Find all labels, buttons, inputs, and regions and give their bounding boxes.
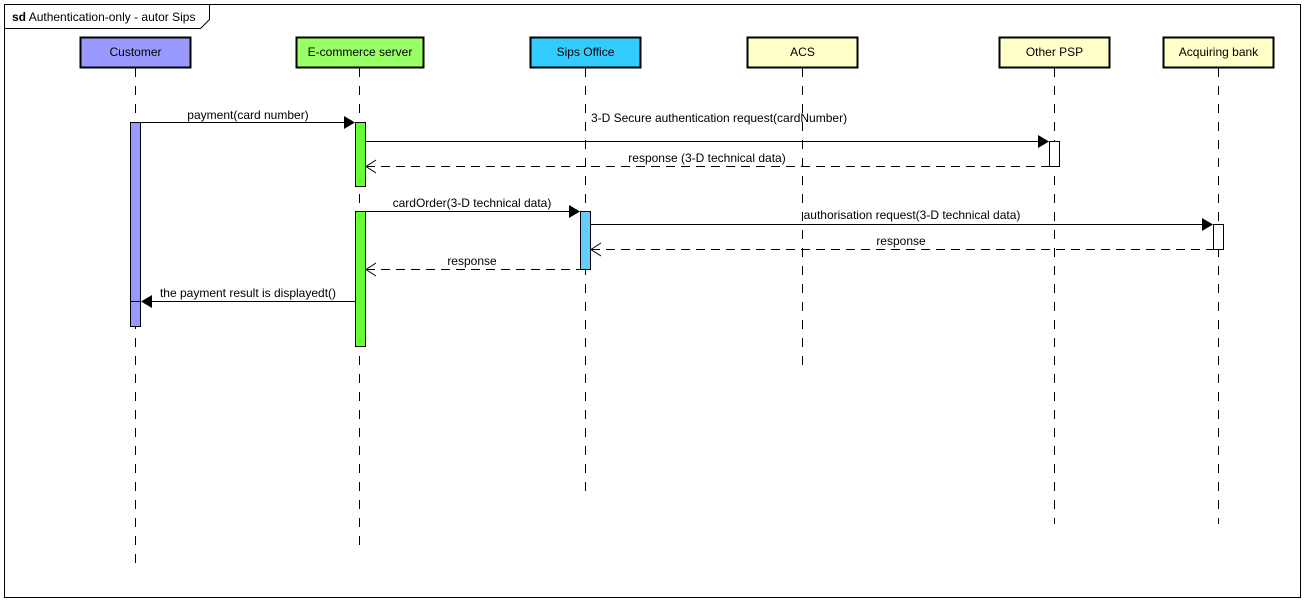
activation-ecommerce-1 bbox=[355, 122, 366, 187]
lifeline-bank[interactable]: Acquiring bank bbox=[1162, 36, 1275, 69]
lifeline-acs-label: ACS bbox=[790, 45, 815, 59]
lifeline-ecommerce[interactable]: E-commerce server bbox=[295, 36, 425, 69]
lifeline-customer-label: Customer bbox=[109, 45, 161, 59]
message-label: 3-D Secure authentication request(cardNu… bbox=[591, 111, 847, 125]
lifeline-customer[interactable]: Customer bbox=[79, 36, 192, 69]
activation-bank bbox=[1213, 224, 1224, 250]
lifeline-psp[interactable]: Other PSP bbox=[998, 36, 1111, 69]
frame-title-text: Authentication-only - autor Sips bbox=[29, 10, 196, 24]
activation-ecommerce-2 bbox=[355, 211, 366, 347]
message-label: response bbox=[876, 234, 926, 248]
message-label: payment(card number) bbox=[187, 108, 308, 122]
lifeline-sips-label: Sips Office bbox=[557, 45, 615, 59]
lifeline-sips[interactable]: Sips Office bbox=[529, 36, 642, 69]
frame-keyword: sd bbox=[12, 10, 26, 24]
lifeline-bank-label: Acquiring bank bbox=[1179, 45, 1259, 59]
activation-sips bbox=[580, 211, 591, 270]
message-label: the payment result is displayedt() bbox=[160, 286, 336, 300]
message-label: authorisation request(3-D technical data… bbox=[804, 208, 1021, 222]
lifeline-ecommerce-label: E-commerce server bbox=[308, 45, 413, 59]
lifeline-psp-label: Other PSP bbox=[1026, 45, 1083, 59]
message-label: response bbox=[447, 254, 497, 268]
lifeline-acs[interactable]: ACS bbox=[746, 36, 859, 69]
activation-psp bbox=[1049, 141, 1060, 167]
message-label: cardOrder(3-D technical data) bbox=[393, 196, 552, 210]
message-label: response (3-D technical data) bbox=[628, 151, 785, 165]
sequence-diagram: sd Authentication-only - autor Sips Cust… bbox=[4, 4, 1301, 598]
activation-customer bbox=[130, 122, 141, 327]
frame-title: sd Authentication-only - autor Sips bbox=[12, 10, 195, 24]
